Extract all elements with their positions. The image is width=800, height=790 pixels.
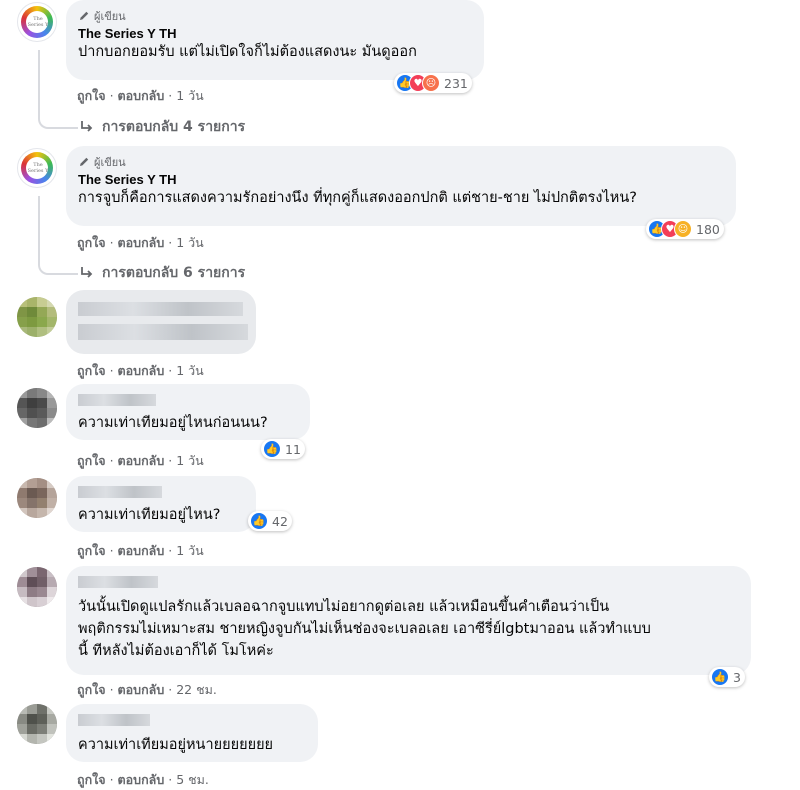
avatar[interactable]: The Series Y [17,148,57,188]
reaction-summary[interactable]: 👍 3 [709,667,745,687]
avatar-blurred[interactable] [17,297,57,337]
blurred-name [78,394,156,406]
author-badge: ผู้เขียน [78,155,724,169]
timestamp[interactable]: 5 ชม. [176,772,209,787]
comment-actions: ถูกใจ · ตอบกลับ · 1 วัน [77,541,204,561]
avatar[interactable]: The Series Y [17,2,57,42]
comment-actions: ถูกใจ · ตอบกลับ · 1 วัน [77,451,204,471]
blurred-name [78,486,162,498]
reply-link[interactable]: ตอบกลับ [118,543,165,558]
separator: · [109,235,114,250]
like-icon: 👍 [711,668,729,686]
separator: · [168,543,173,558]
avatar-blurred[interactable] [17,567,57,607]
reaction-summary[interactable]: 👍 11 [261,439,305,459]
author-badge-label: ผู้เขียน [94,156,126,169]
like-link[interactable]: ถูกใจ [77,363,106,378]
view-replies-link[interactable]: การตอบกลับ 4 รายการ [80,116,245,138]
separator: · [168,363,173,378]
replies-label: การตอบกลับ 6 รายการ [102,265,246,281]
separator: · [109,88,114,103]
reaction-summary[interactable]: 👍 ♥ ☺ 180 [646,219,724,239]
blurred-name [78,714,150,726]
comment-bubble: ความเท่าเทียมอยู่ไหน? [66,476,256,532]
like-link[interactable]: ถูกใจ [77,235,106,250]
like-link[interactable]: ถูกใจ [77,772,106,787]
comment-bubble: ความเท่าเทียมอยู่ไหนก่อนนน? [66,384,310,440]
pencil-icon [80,11,89,20]
separator: · [109,543,114,558]
separator: · [168,88,173,103]
comment-actions: ถูกใจ · ตอบกลับ · 1 วัน [77,361,204,381]
timestamp[interactable]: 1 วัน [176,88,204,103]
separator: · [109,772,114,787]
timestamp[interactable]: 1 วัน [176,453,204,468]
reaction-count: 11 [285,441,301,457]
commenter-name[interactable]: The Series Y TH [78,172,724,187]
reply-link[interactable]: ตอบกลับ [118,235,165,250]
comment-text: ปากบอกยอมรับ แต่ไม่เปิดใจก็ไม่ต้องแสดงนะ… [78,44,417,60]
author-badge: ผู้เขียน [78,9,472,23]
separator: · [168,235,173,250]
comment-text: ความเท่าเทียมอยู่ไหน? [78,507,221,523]
like-link[interactable]: ถูกใจ [77,682,106,697]
comment-text-line: นี้ ทีหลังไม่ต้องเอาก็ได้ โมโหค่ะ [78,643,274,659]
reply-arrow-icon [81,267,93,278]
replies-label: การตอบกลับ 4 รายการ [102,119,246,135]
comment-bubble: ผู้เขียน The Series Y TH การจูบก็คือการแ… [66,146,736,226]
comment-bubble: ผู้เขียน The Series Y TH ปากบอกยอมรับ แต… [66,0,484,80]
reaction-summary[interactable]: 👍 ♥ ☹ 231 [394,73,472,93]
separator: · [109,682,114,697]
comment-actions: ถูกใจ · ตอบกลับ · 1 วัน [77,233,204,253]
timestamp[interactable]: 1 วัน [176,363,204,378]
view-replies-link[interactable]: การตอบกลับ 6 รายการ [80,262,245,284]
like-icon: 👍 [250,512,268,530]
comment-text: การจูบก็คือการแสดงความรักอย่างนึง ที่ทุก… [78,190,637,206]
comment-actions: ถูกใจ · ตอบกลับ · 5 ชม. [77,770,209,790]
comment-bubble-blurred [66,290,256,354]
avatar-blurred[interactable] [17,478,57,518]
reaction-count: 180 [696,221,720,237]
blurred-name [78,302,243,316]
blurred-text [78,324,248,340]
comment-actions: ถูกใจ · ตอบกลับ · 1 วัน [77,86,204,106]
separator: · [168,453,173,468]
avatar-blurred[interactable] [17,704,57,744]
comment-text: ความเท่าเทียมอยู่ไหนก่อนนน? [78,415,268,431]
reply-link[interactable]: ตอบกลับ [118,772,165,787]
reaction-count: 231 [444,75,468,91]
angry-icon: ☹ [422,74,440,92]
reply-link[interactable]: ตอบกลับ [118,682,165,697]
commenter-name[interactable]: The Series Y TH [78,26,472,41]
timestamp[interactable]: 22 ชม. [176,682,217,697]
avatar-blurred[interactable] [17,388,57,428]
reply-link[interactable]: ตอบกลับ [118,363,165,378]
separator: · [109,453,114,468]
timestamp[interactable]: 1 วัน [176,543,204,558]
like-link[interactable]: ถูกใจ [77,88,106,103]
comment-bubble: ความเท่าเทียมอยู่หนายยยยยยย [66,704,318,762]
care-icon: ☺ [674,220,692,238]
reaction-summary[interactable]: 👍 42 [248,511,292,531]
like-link[interactable]: ถูกใจ [77,453,106,468]
separator: · [109,363,114,378]
like-link[interactable]: ถูกใจ [77,543,106,558]
comment-bubble: วันนั้นเปิดดูแปลรักแล้วเบลอฉากจูบแทบไม่อ… [66,566,751,675]
reaction-count: 3 [733,669,741,685]
separator: · [168,682,173,697]
reply-arrow-icon [81,121,93,132]
reaction-count: 42 [272,513,288,529]
timestamp[interactable]: 1 วัน [176,235,204,250]
author-badge-label: ผู้เขียน [94,10,126,23]
pencil-icon [80,157,89,166]
reply-link[interactable]: ตอบกลับ [118,453,165,468]
like-icon: 👍 [263,440,281,458]
blurred-name [78,576,158,588]
comment-text-line: วันนั้นเปิดดูแปลรักแล้วเบลอฉากจูบแทบไม่อ… [78,599,610,615]
comment-text-line: พฤติกรรมไม่เหมาะสม ชายหญิงจูบกันไม่เห็นช… [78,621,651,637]
comment-text: ความเท่าเทียมอยู่หนายยยยยยย [78,737,274,753]
reply-link[interactable]: ตอบกลับ [118,88,165,103]
comment-actions: ถูกใจ · ตอบกลับ · 22 ชม. [77,680,217,700]
separator: · [168,772,173,787]
